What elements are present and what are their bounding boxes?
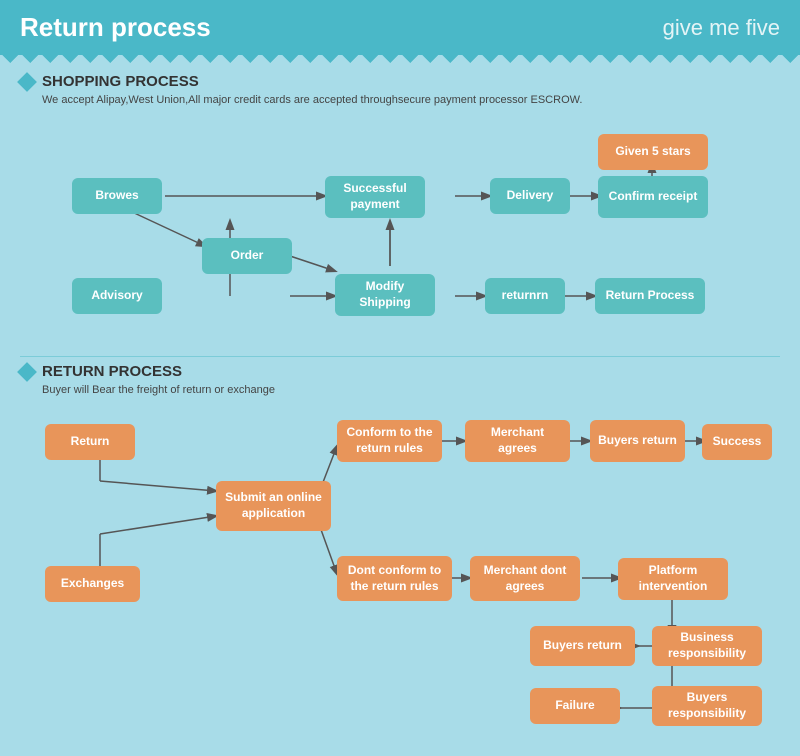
section-divider	[20, 356, 780, 357]
shopping-section-title: SHOPPING PROCESS	[42, 73, 199, 90]
box-return: Return	[45, 424, 135, 460]
box-modify-shipping: Modify Shipping	[335, 274, 435, 316]
box-successful-payment: Successful payment	[325, 176, 425, 218]
box-buyers-return-1: Buyers return	[590, 420, 685, 462]
box-failure: Failure	[530, 688, 620, 724]
box-merchant-agrees: Merchant agrees	[465, 420, 570, 462]
header-logo: give me five	[663, 15, 780, 41]
box-given-5-stars: Given 5 stars	[598, 134, 708, 170]
box-business-responsibility: Business responsibility	[652, 626, 762, 666]
header-title: Return process	[20, 12, 211, 43]
box-return-process: Return Process	[595, 278, 705, 314]
box-delivery: Delivery	[490, 178, 570, 214]
return-section-title: RETURN PROCESS	[42, 363, 182, 380]
return-diagram: Return Conform to the return rules Merch…	[20, 406, 780, 746]
box-conform-return: Conform to the return rules	[337, 420, 442, 462]
diamond-icon-return	[17, 362, 37, 382]
box-advisory: Advisory	[72, 278, 162, 314]
return-section-header: RETURN PROCESS	[20, 363, 780, 380]
box-buyers-return-2: Buyers return	[530, 626, 635, 666]
header: Return process give me five	[0, 0, 800, 55]
box-platform-intervention: Platform intervention	[618, 558, 728, 600]
box-exchanges: Exchanges	[45, 566, 140, 602]
shopping-description: We accept Alipay,West Union,All major cr…	[20, 94, 780, 106]
return-description: Buyer will Bear the freight of return or…	[20, 384, 780, 396]
box-confirm-receipt: Confirm receipt	[598, 176, 708, 218]
box-success: Success	[702, 424, 772, 460]
box-buyers-responsibility: Buyers responsibility	[652, 686, 762, 726]
box-dont-conform: Dont conform to the return rules	[337, 556, 452, 601]
box-browes: Browes	[72, 178, 162, 214]
shopping-section-header: SHOPPING PROCESS	[20, 73, 780, 90]
box-submit-online: Submit an online application	[216, 481, 331, 531]
shopping-diagram: Given 5 stars Browes Successful payment …	[20, 116, 780, 351]
box-returnrn: returnrn	[485, 278, 565, 314]
diamond-icon-shopping	[17, 72, 37, 92]
box-order: Order	[202, 238, 292, 274]
box-merchant-dont: Merchant dont agrees	[470, 556, 580, 601]
